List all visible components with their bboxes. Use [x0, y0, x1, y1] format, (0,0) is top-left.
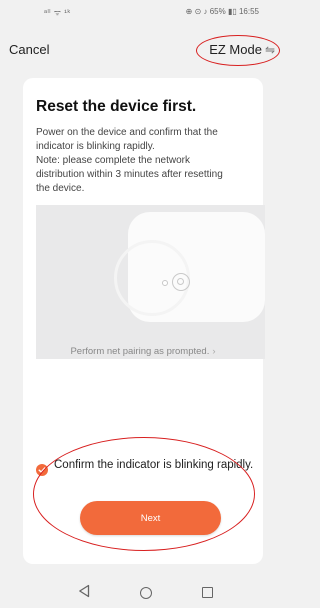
instructions-line: Note: please complete the network: [36, 155, 190, 166]
device-illustration: [36, 205, 265, 359]
indicator-light-icon: [162, 280, 168, 286]
confirm-indicator-label: Confirm the indicator is blinking rapidl…: [54, 459, 254, 471]
cancel-button[interactable]: Cancel: [9, 42, 49, 57]
reset-instructions-card: Reset the device first. Power on the dev…: [23, 78, 265, 564]
swap-icon: ⇋: [264, 43, 275, 57]
confirm-indicator-checkbox-row[interactable]: Confirm the indicator is blinking rapidl…: [36, 458, 261, 490]
pairing-prompt-link[interactable]: Perform net pairing as prompted. ›: [23, 346, 263, 357]
header: Cancel EZ Mode ⇋: [0, 26, 281, 70]
ez-mode-button[interactable]: EZ Mode ⇋: [209, 42, 275, 57]
ez-mode-label: EZ Mode: [209, 42, 262, 57]
pairing-prompt-label: Perform net pairing as prompted.: [70, 346, 210, 357]
instructions-line: the device.: [36, 183, 85, 194]
status-icons-battery-time: ⊕ ⊙ ♪ 65% ▮▯ 16:55: [185, 7, 259, 16]
signal-wifi-indicators: ᵃˡˡ ᯤ ¹ᵏ: [44, 8, 71, 17]
home-circle-icon[interactable]: [140, 587, 152, 599]
chevron-right-icon: ›: [212, 346, 216, 357]
instructions-line: distribution within 3 minutes after rese…: [36, 169, 223, 180]
page-title: Reset the device first.: [36, 98, 197, 115]
system-nav-bar: [0, 576, 281, 608]
instructions-text: Power on the device and confirm that the…: [36, 126, 254, 196]
status-bar: ᵃˡˡ ᯤ ¹ᵏ ⊕ ⊙ ♪ 65% ▮▯ 16:55: [0, 0, 281, 26]
power-button-icon: [172, 273, 190, 291]
recents-square-icon[interactable]: [202, 587, 213, 598]
instructions-line: Power on the device and confirm that the: [36, 127, 218, 138]
instructions-line: indicator is blinking rapidly.: [36, 141, 155, 152]
checkmark-icon[interactable]: [36, 464, 48, 476]
back-triangle-icon[interactable]: [78, 584, 90, 598]
next-button[interactable]: Next: [80, 501, 221, 535]
